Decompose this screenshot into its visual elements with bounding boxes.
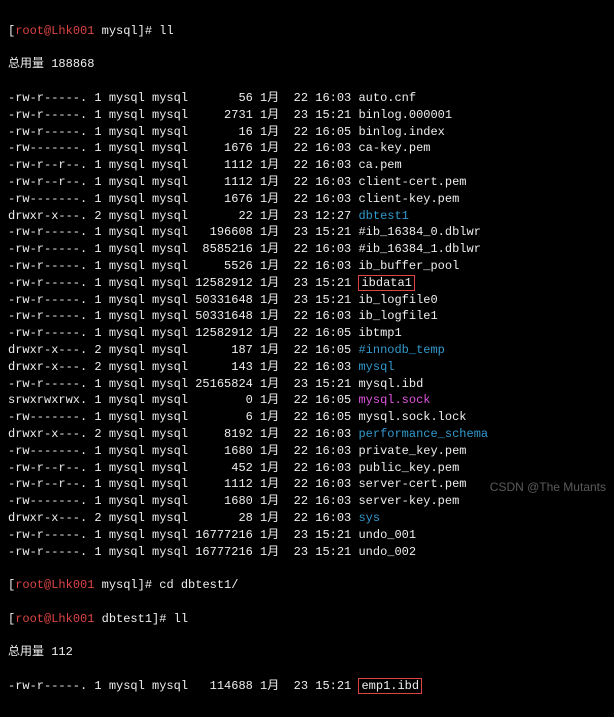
file-row: -rw-r-----. 1 mysql mysql 12582912 1月 22… — [8, 325, 606, 342]
prompt-line[interactable]: [root@Lhk001 mysql]# cd dbtest1/ — [8, 577, 606, 594]
file-row: drwxr-x---. 2 mysql mysql 187 1月 22 16:0… — [8, 342, 606, 359]
file-row: -rw-------. 1 mysql mysql 1680 1月 22 16:… — [8, 443, 606, 460]
total-line: 总用量 188868 — [8, 56, 606, 73]
file-row: -rw-r-----. 1 mysql mysql 16777216 1月 23… — [8, 527, 606, 544]
file-name: #innodb_temp — [358, 343, 444, 357]
file-name: binlog.000001 — [358, 108, 452, 122]
file-row: -rw-r-----. 1 mysql mysql 56 1月 22 16:03… — [8, 90, 606, 107]
prompt-line[interactable]: [root@Lhk001 mysql]# ll — [8, 23, 606, 40]
file-name: emp1.ibd — [358, 678, 422, 694]
file-name: private_key.pem — [358, 444, 466, 458]
file-name: client-cert.pem — [358, 175, 466, 189]
total-line: 总用量 112 — [8, 644, 606, 661]
file-name: sys — [358, 511, 380, 525]
file-row: -rw-r--r--. 1 mysql mysql 452 1月 22 16:0… — [8, 460, 606, 477]
file-name: mysql.sock.lock — [358, 410, 466, 424]
file-name: client-key.pem — [358, 192, 459, 206]
file-row: -rw-r-----. 1 mysql mysql 25165824 1月 23… — [8, 376, 606, 393]
file-name: ca-key.pem — [358, 141, 430, 155]
file-name: ibtmp1 — [358, 326, 401, 340]
file-row: drwxr-x---. 2 mysql mysql 28 1月 22 16:03… — [8, 510, 606, 527]
file-row: -rw-r-----. 1 mysql mysql 50331648 1月 22… — [8, 308, 606, 325]
file-name: auto.cnf — [358, 91, 416, 105]
file-name: undo_001 — [358, 528, 416, 542]
file-row: -rw-------. 1 mysql mysql 1676 1月 22 16:… — [8, 191, 606, 208]
file-name: ib_buffer_pool — [358, 259, 459, 273]
file-name: #ib_16384_1.dblwr — [358, 242, 480, 256]
file-name: performance_schema — [358, 427, 488, 441]
file-name: mysql.ibd — [358, 377, 423, 391]
file-name: public_key.pem — [358, 461, 459, 475]
file-name: ca.pem — [358, 158, 401, 172]
file-row: -rw-------. 1 mysql mysql 6 1月 22 16:05 … — [8, 409, 606, 426]
file-name: undo_002 — [358, 545, 416, 559]
file-row: srwxrwxrwx. 1 mysql mysql 0 1月 22 16:05 … — [8, 392, 606, 409]
file-name: dbtest1 — [358, 209, 408, 223]
file-row: -rw-r-----. 1 mysql mysql 16777216 1月 23… — [8, 544, 606, 561]
prompt-line[interactable]: [root@Lhk001 dbtest1]# ll — [8, 611, 606, 628]
file-row: drwxr-x---. 2 mysql mysql 8192 1月 22 16:… — [8, 426, 606, 443]
file-row: -rw-r-----. 1 mysql mysql 50331648 1月 23… — [8, 292, 606, 309]
terminal-output: [root@Lhk001 mysql]# ll 总用量 188868 -rw-r… — [0, 0, 614, 717]
file-row: -rw-r-----. 1 mysql mysql 114688 1月 23 1… — [8, 678, 606, 695]
file-row: -rw-r--r--. 1 mysql mysql 1112 1月 22 16:… — [8, 174, 606, 191]
file-name: #ib_16384_0.dblwr — [358, 225, 480, 239]
file-name: mysql — [358, 360, 394, 374]
file-name: ib_logfile1 — [358, 309, 437, 323]
file-name: server-key.pem — [358, 494, 459, 508]
file-row: -rw-r-----. 1 mysql mysql 196608 1月 23 1… — [8, 224, 606, 241]
file-row: drwxr-x---. 2 mysql mysql 143 1月 22 16:0… — [8, 359, 606, 376]
watermark: CSDN @The Mutants — [490, 479, 606, 496]
file-name: mysql.sock — [358, 393, 430, 407]
file-row: -rw-------. 1 mysql mysql 1676 1月 22 16:… — [8, 140, 606, 157]
file-row: -rw-r-----. 1 mysql mysql 16 1月 22 16:05… — [8, 124, 606, 141]
file-row: drwxr-x---. 2 mysql mysql 22 1月 23 12:27… — [8, 208, 606, 225]
file-row: -rw-r-----. 1 mysql mysql 12582912 1月 23… — [8, 275, 606, 292]
file-row: -rw-r-----. 1 mysql mysql 2731 1月 23 15:… — [8, 107, 606, 124]
file-name: server-cert.pem — [358, 477, 466, 491]
file-name: binlog.index — [358, 125, 444, 139]
file-row: -rw-r-----. 1 mysql mysql 8585216 1月 22 … — [8, 241, 606, 258]
file-name: ibdata1 — [358, 275, 414, 291]
file-row: -rw-r-----. 1 mysql mysql 5526 1月 22 16:… — [8, 258, 606, 275]
file-name: ib_logfile0 — [358, 293, 437, 307]
file-row: -rw-r--r--. 1 mysql mysql 1112 1月 22 16:… — [8, 157, 606, 174]
